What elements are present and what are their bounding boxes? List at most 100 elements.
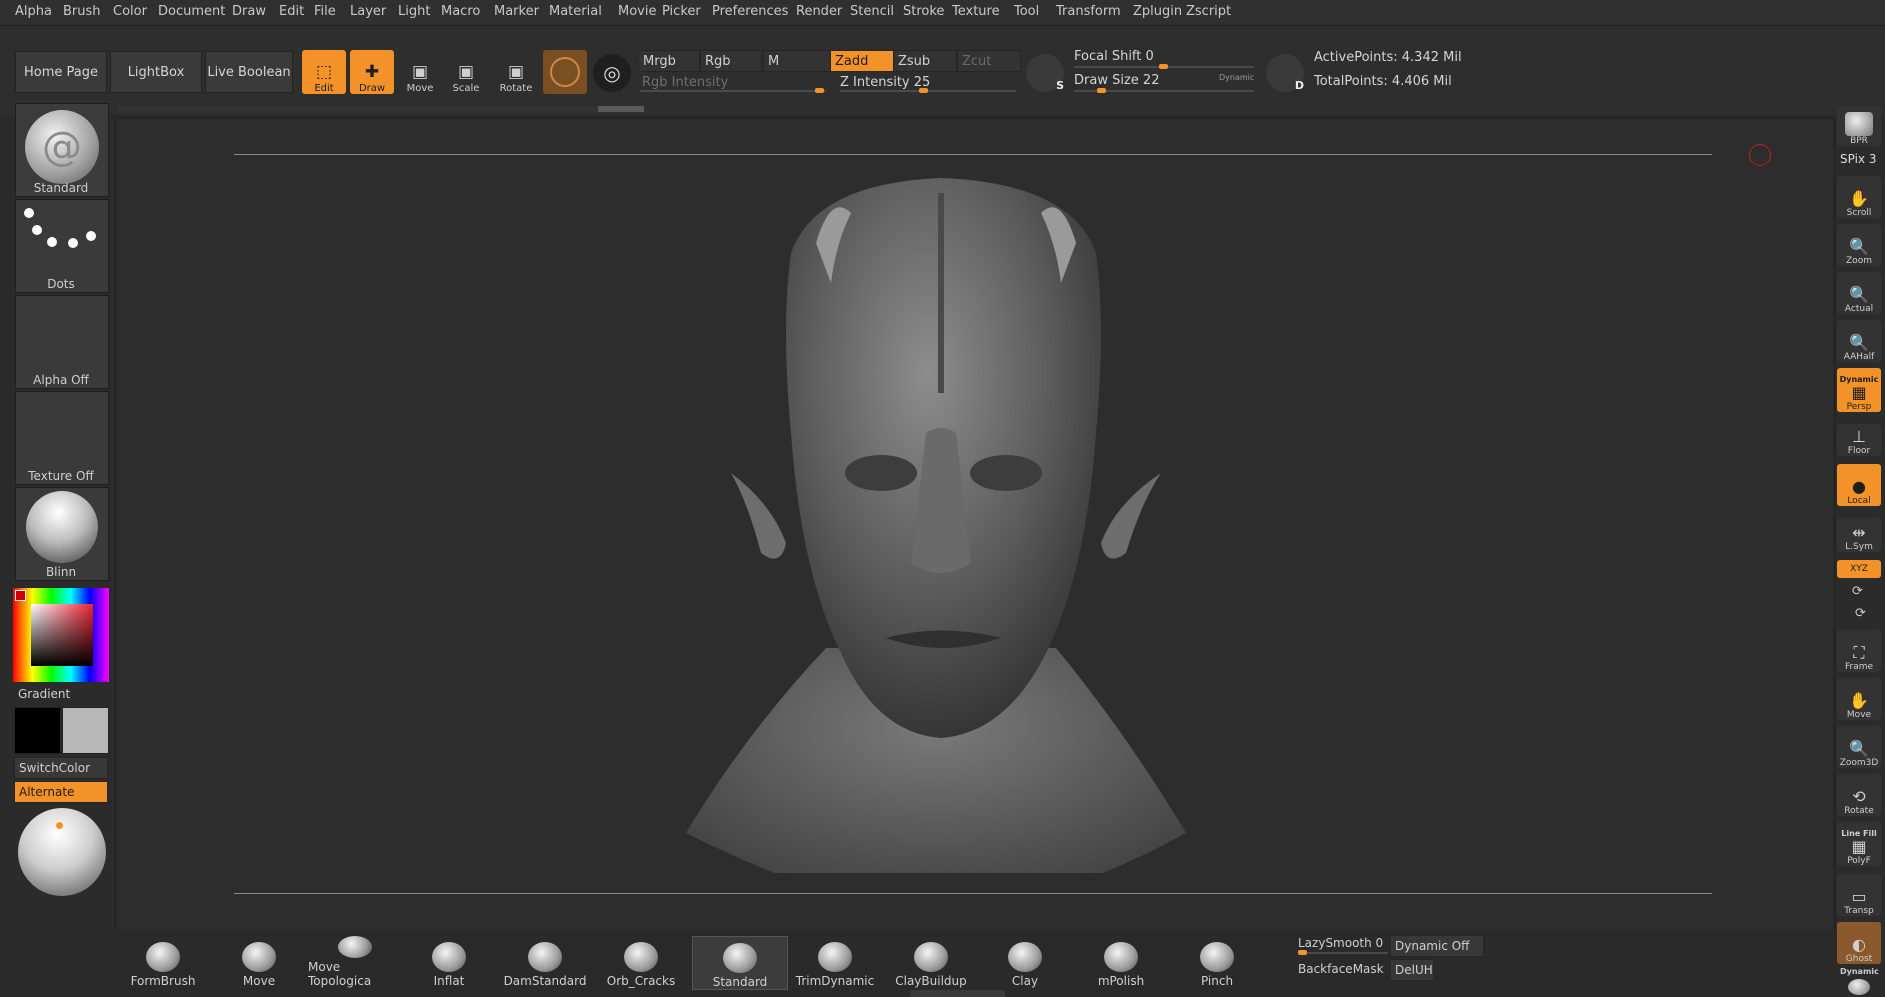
gradient-label[interactable]: Gradient [18,687,70,701]
rotate-z-icon[interactable]: ⟳ [1855,606,1866,621]
scroll-button[interactable]: ✋ Scroll [1837,176,1881,218]
spix-setting[interactable]: SPix 3 [1840,152,1876,166]
zcut-button[interactable]: Zcut [957,50,1021,72]
menu-transform[interactable]: Transform [1056,4,1121,19]
z-intensity-knob[interactable] [919,88,928,93]
brush-orb-cracks[interactable]: Orb_Cracks [594,936,688,988]
actual-button[interactable]: 🔍 Actual [1837,272,1881,314]
m-button[interactable]: M [763,50,831,72]
local-button[interactable]: ● Local [1837,464,1881,506]
spotlight-icon[interactable]: ◎ [593,54,631,92]
canvas-scrollbar[interactable] [118,106,643,112]
menu-movie[interactable]: Movie [618,4,656,19]
d-dial-icon[interactable]: D [1266,54,1304,92]
alternate-button[interactable]: Alternate [14,781,108,803]
menu-layer[interactable]: Layer [350,4,386,19]
lazy-smooth-slider[interactable] [1298,952,1388,954]
s-dial-icon[interactable]: S [1026,54,1064,92]
menu-brush[interactable]: Brush [63,4,101,19]
zoom3d-button[interactable]: 🔍 Zoom3D [1837,726,1881,768]
brush-shelf-scrollbar[interactable] [910,990,1005,997]
move-mode-button[interactable]: ▣ Move [398,50,442,94]
deluh-button[interactable]: DelUH [1390,959,1434,981]
brush-move[interactable]: Move [212,936,306,988]
menu-file[interactable]: File [314,4,336,19]
rgb-intensity-slider[interactable] [640,90,826,92]
menu-macro[interactable]: Macro [441,4,480,19]
menu-document[interactable]: Document [158,4,225,19]
polyf-button[interactable]: Line Fill ▦ PolyF [1837,822,1881,866]
menu-render[interactable]: Render [796,4,842,19]
brush-claybuildup[interactable]: ClayBuildup [884,936,978,988]
color-picker[interactable] [13,588,109,682]
brush-pinch[interactable]: Pinch [1170,936,1264,988]
menu-tool[interactable]: Tool [1014,4,1039,19]
menu-zplugin[interactable]: Zplugin [1133,4,1182,19]
menu-stencil[interactable]: Stencil [850,4,894,19]
menu-picker[interactable]: Picker [662,4,701,19]
edit-mode-button[interactable]: ⬚ Edit [302,50,346,94]
zadd-button[interactable]: Zadd [830,50,894,72]
menu-light[interactable]: Light [398,4,430,19]
ghost-button[interactable]: ◐ Ghost [1837,922,1881,964]
floor-button[interactable]: ⊥ Floor [1837,424,1881,456]
brush-inflat[interactable]: Inflat [402,936,496,988]
live-boolean-button[interactable]: Live Boolean [205,51,293,93]
rgb-button[interactable]: Rgb [700,50,762,72]
lightbox-button[interactable]: LightBox [110,51,202,93]
backface-mask-button[interactable]: BackfaceMask [1298,962,1384,976]
zsub-button[interactable]: Zsub [893,50,957,72]
z-intensity-slider[interactable] [840,90,1016,92]
move-view-button[interactable]: ✋ Move [1837,678,1881,720]
menu-zscript[interactable]: Zscript [1186,4,1231,19]
zoom-button[interactable]: 🔍 Zoom [1837,224,1881,266]
focal-shift-knob[interactable] [1159,64,1168,69]
secondary-color-swatch[interactable] [62,707,109,754]
menu-color[interactable]: Color [113,4,147,19]
brush-move-topologica[interactable]: Move Topologica [308,936,402,988]
draw-mode-button[interactable]: ✚ Draw [350,50,394,94]
frame-button[interactable]: ⛶ Frame [1837,630,1881,672]
menu-preferences[interactable]: Preferences [712,4,788,19]
switch-color-button[interactable]: SwitchColor [14,757,108,779]
brush-clay[interactable]: Clay [978,936,1072,988]
solo-icon[interactable] [1848,979,1870,995]
lazy-smooth-label[interactable]: LazySmooth 0 [1298,936,1383,950]
draw-size-knob[interactable] [1097,88,1106,93]
rotate-mode-button[interactable]: ▣ Rotate [494,50,538,94]
menu-draw[interactable]: Draw [232,4,266,19]
lazy-smooth-knob[interactable] [1298,950,1307,955]
transp-button[interactable]: ▭ Transp [1837,874,1881,916]
persp-button[interactable]: Dynamic ▦ Persp [1837,368,1881,412]
menu-material[interactable]: Material [549,4,602,19]
canvas-scrollbar-thumb[interactable] [598,106,644,112]
scale-mode-button[interactable]: ▣ Scale [444,50,488,94]
menu-stroke[interactable]: Stroke [903,4,944,19]
xyz-button[interactable]: XYZ [1837,560,1881,578]
dynamic-off-button[interactable]: Dynamic Off [1390,935,1484,957]
rgb-intensity-knob[interactable] [815,88,824,93]
menu-alpha[interactable]: Alpha [15,4,52,19]
mrgb-button[interactable]: Mrgb [638,50,700,72]
menu-texture[interactable]: Texture [952,4,1000,19]
brush-mpolish[interactable]: mPolish [1074,936,1168,988]
brush-formbrush[interactable]: FormBrush [116,936,210,988]
menu-edit[interactable]: Edit [279,4,304,19]
home-page-button[interactable]: Home Page [15,51,107,93]
material-swatch-button[interactable] [543,50,587,94]
brush-trimdynamic[interactable]: TrimDynamic [788,936,882,988]
dynamic-size-toggle[interactable]: Dynamic [1219,73,1254,82]
light-position-icon[interactable] [56,822,63,829]
lsym-button[interactable]: ⇹ L.Sym [1837,518,1881,552]
brush-standard[interactable]: Standard [692,936,788,990]
rotate-view-button[interactable]: ⟲ Rotate [1837,774,1881,816]
aahalf-button[interactable]: 🔍 AAHalf [1837,320,1881,362]
canvas-viewport[interactable] [115,117,1835,931]
light-sphere[interactable] [18,808,106,896]
bpr-button[interactable]: BPR [1837,106,1881,146]
rotate-y-icon[interactable]: ⟳ [1852,584,1863,599]
color-saturation-square[interactable] [31,604,93,666]
menu-marker[interactable]: Marker [494,4,539,19]
brush-damstandard[interactable]: DamStandard [498,936,592,988]
main-color-swatch[interactable] [14,707,61,754]
